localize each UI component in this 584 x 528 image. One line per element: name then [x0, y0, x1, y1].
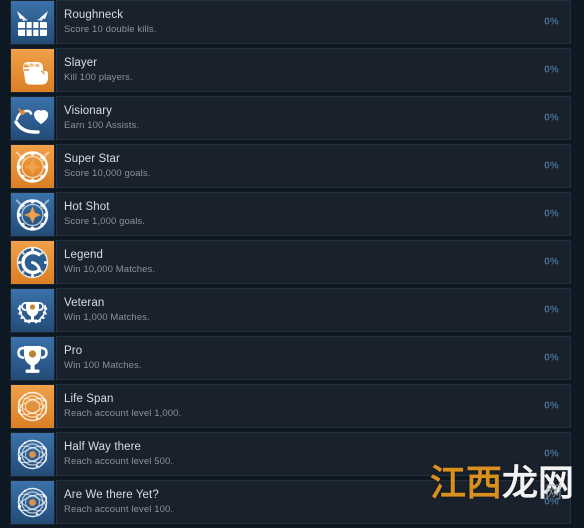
achievement-body[interactable]: Are We there Yet? Reach account level 100… — [56, 480, 571, 524]
achievement-row[interactable]: Super Star Score 10,000 goals. 0% — [0, 144, 584, 191]
achievement-title: Pro — [64, 345, 83, 357]
achievement-text: Life Span Reach account level 1,000. — [57, 393, 182, 419]
life-span-orbit-icon — [11, 385, 54, 428]
achievement-text: Roughneck Score 10 double kills. — [57, 9, 157, 35]
achievement-body[interactable]: Life Span Reach account level 1,000. 0% — [56, 384, 571, 428]
achievement-percent: 0% — [544, 256, 559, 268]
achievement-row[interactable]: Pro Win 100 Matches. 0% — [0, 336, 584, 383]
veteran-laurel-trophy-icon — [11, 289, 54, 332]
achievement-description: Kill 100 players. — [64, 71, 133, 83]
achievement-percent: 0% — [544, 64, 559, 76]
achievement-description: Win 100 Matches. — [64, 359, 142, 371]
achievement-row[interactable]: Veteran Win 1,000 Matches. 0% — [0, 288, 584, 335]
achievement-description: Score 1,000 goals. — [64, 215, 146, 227]
hot-shot-emblem-icon — [11, 193, 54, 236]
achievement-body[interactable]: Super Star Score 10,000 goals. 0% — [56, 144, 571, 188]
half-way-there-orbit-icon — [11, 433, 54, 476]
slayer-fist-icon — [11, 49, 54, 92]
achievement-text: Super Star Score 10,000 goals. — [57, 153, 151, 179]
achievement-body[interactable]: Hot Shot Score 1,000 goals. 0% — [56, 192, 571, 236]
achievement-title: Roughneck — [64, 9, 124, 21]
achievement-description: Reach account level 500. — [64, 455, 174, 467]
achievement-percent: 0% — [544, 496, 559, 508]
achievement-percent: 0% — [544, 304, 559, 316]
achievement-body[interactable]: Legend Win 10,000 Matches. 0% — [56, 240, 571, 284]
achievement-title: Life Span — [64, 393, 114, 405]
achievement-title: Half Way there — [64, 441, 142, 453]
achievement-row[interactable]: Hot Shot Score 1,000 goals. 0% — [0, 192, 584, 239]
achievement-percent: 0% — [544, 352, 559, 364]
achievement-description: Score 10,000 goals. — [64, 167, 151, 179]
achievement-text: Are We there Yet? Reach account level 100… — [57, 489, 174, 515]
achievement-description: Score 10 double kills. — [64, 23, 157, 35]
achievement-title: Veteran — [64, 297, 105, 309]
visionary-heart-icon — [11, 97, 54, 140]
achievement-description: Win 10,000 Matches. — [64, 263, 156, 275]
legend-crest-icon — [11, 241, 54, 284]
achievement-row[interactable]: Life Span Reach account level 1,000. 0% — [0, 384, 584, 431]
achievement-title: Hot Shot — [64, 201, 110, 213]
achievement-text: Slayer Kill 100 players. — [57, 57, 133, 83]
achievement-row[interactable]: Legend Win 10,000 Matches. 0% — [0, 240, 584, 287]
achievement-body[interactable]: Pro Win 100 Matches. 0% — [56, 336, 571, 380]
achievement-description: Win 1,000 Matches. — [64, 311, 150, 323]
achievement-title: Slayer — [64, 57, 98, 69]
achievement-text: Half Way there Reach account level 500. — [57, 441, 174, 467]
achievement-percent: 0% — [544, 16, 559, 28]
achievement-description: Reach account level 100. — [64, 503, 174, 515]
achievement-description: Earn 100 Assists. — [64, 119, 140, 131]
achievement-row[interactable]: Slayer Kill 100 players. 0% — [0, 48, 584, 95]
achievement-title: Legend — [64, 249, 103, 261]
achievement-title: Super Star — [64, 153, 120, 165]
achievement-text: Visionary Earn 100 Assists. — [57, 105, 140, 131]
achievement-percent: 0% — [544, 208, 559, 220]
achievement-row[interactable]: Visionary Earn 100 Assists. 0% — [0, 96, 584, 143]
roughneck-mask-icon — [11, 1, 54, 44]
are-we-there-yet-orbit-icon — [11, 481, 54, 524]
achievement-text: Pro Win 100 Matches. — [57, 345, 142, 371]
achievement-list: Roughneck Score 10 double kills. 0% Slayer K… — [0, 0, 584, 528]
achievement-percent: 0% — [544, 400, 559, 412]
achievement-body[interactable]: Visionary Earn 100 Assists. 0% — [56, 96, 571, 140]
achievement-percent: 0% — [544, 448, 559, 460]
achievement-percent: 0% — [544, 160, 559, 172]
pro-trophy-icon — [11, 337, 54, 380]
achievement-title: Are We there Yet? — [64, 489, 159, 501]
achievement-text: Legend Win 10,000 Matches. — [57, 249, 156, 275]
super-star-emblem-icon — [11, 145, 54, 188]
achievement-body[interactable]: Slayer Kill 100 players. 0% — [56, 48, 571, 92]
achievement-percent: 0% — [544, 112, 559, 124]
achievement-body[interactable]: Veteran Win 1,000 Matches. 0% — [56, 288, 571, 332]
achievement-body[interactable]: Half Way there Reach account level 500. 0% — [56, 432, 571, 476]
achievement-text: Veteran Win 1,000 Matches. — [57, 297, 150, 323]
achievement-title: Visionary — [64, 105, 112, 117]
achievement-row[interactable]: Roughneck Score 10 double kills. 0% — [0, 0, 584, 47]
achievement-body[interactable]: Roughneck Score 10 double kills. 0% — [56, 0, 571, 44]
achievement-row[interactable]: Half Way there Reach account level 500. 0% — [0, 432, 584, 479]
achievement-row[interactable]: Are We there Yet? Reach account level 100… — [0, 480, 584, 527]
achievement-text: Hot Shot Score 1,000 goals. — [57, 201, 146, 227]
achievement-description: Reach account level 1,000. — [64, 407, 182, 419]
